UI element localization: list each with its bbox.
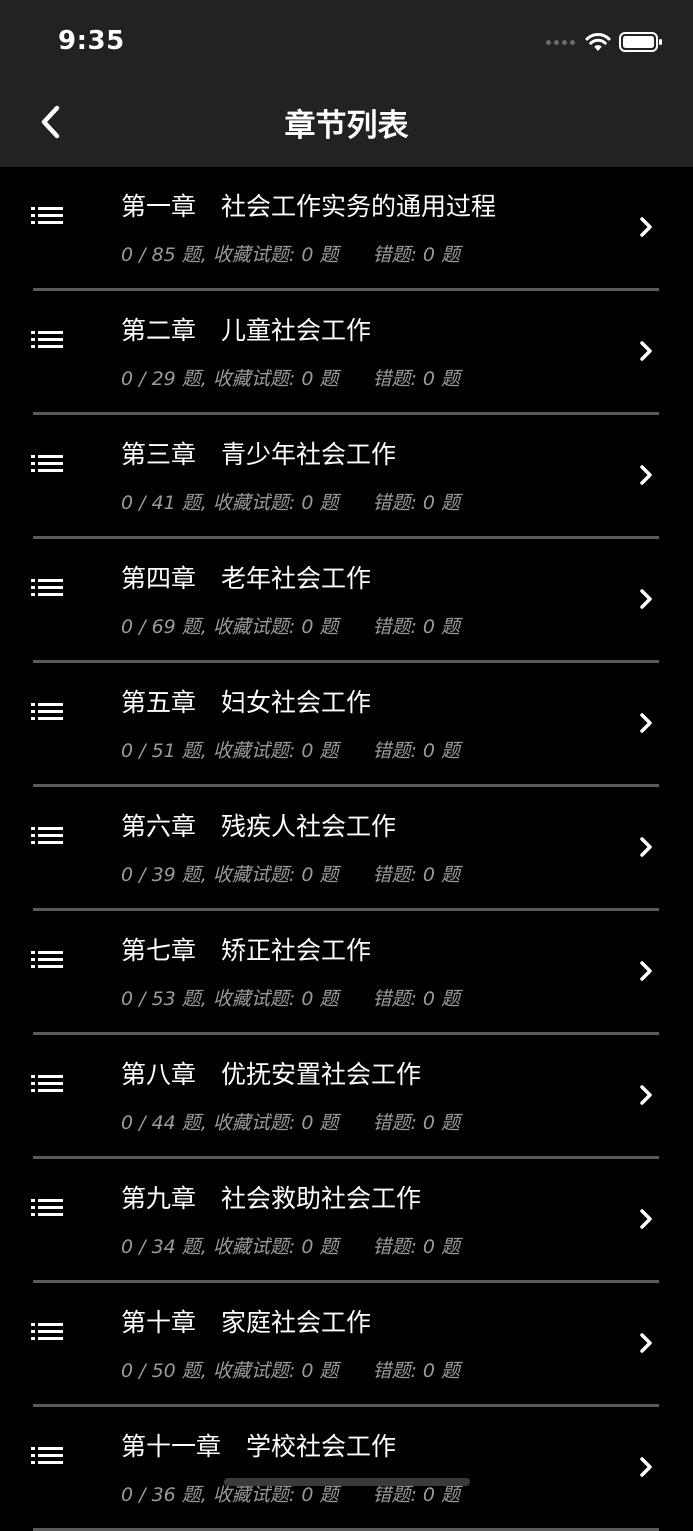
chapter-stats: 0 / 50 题, 收藏试题: 0 题 错题: 0 题	[121, 1356, 460, 1383]
chapter-title: 第六章 残疾人社会工作	[121, 812, 397, 841]
question-count: 0 / 41 题,	[121, 492, 207, 514]
chevron-right-icon	[640, 341, 652, 361]
chapter-title: 第十章 家庭社会工作	[121, 1308, 372, 1337]
favorites-count: 收藏试题: 0 题	[212, 1484, 339, 1506]
chapter-title: 第七章 矫正社会工作	[121, 936, 372, 965]
chapter-title: 第八章 优抚安置社会工作	[121, 1060, 422, 1089]
chapter-row[interactable]: 第十一章 学校社会工作 0 / 36 题, 收藏试题: 0 题 错题: 0 题	[0, 1407, 693, 1531]
chapter-row[interactable]: 第三章 青少年社会工作 0 / 41 题, 收藏试题: 0 题 错题: 0 题	[0, 415, 693, 539]
app-header: 9:35 章节列表	[0, 0, 693, 167]
favorites-count: 收藏试题: 0 题	[212, 368, 339, 390]
chapter-stats: 0 / 34 题, 收藏试题: 0 题 错题: 0 题	[121, 1232, 460, 1259]
list-icon	[31, 951, 63, 968]
wrong-count: 错题: 0 题	[372, 244, 461, 266]
chapter-stats: 0 / 44 题, 收藏试题: 0 题 错题: 0 题	[121, 1108, 460, 1135]
battery-icon	[619, 32, 662, 52]
chapter-row[interactable]: 第四章 老年社会工作 0 / 69 题, 收藏试题: 0 题 错题: 0 题	[0, 539, 693, 663]
question-count: 0 / 44 题,	[121, 1112, 207, 1134]
chapter-title: 第五章 妇女社会工作	[121, 688, 372, 717]
chevron-right-icon	[640, 961, 652, 981]
wrong-count: 错题: 0 题	[372, 1112, 461, 1134]
chapter-title: 第二章 儿童社会工作	[121, 316, 372, 345]
list-icon	[31, 827, 63, 844]
chapter-stats: 0 / 39 题, 收藏试题: 0 题 错题: 0 题	[121, 860, 460, 887]
chapter-title: 第九章 社会救助社会工作	[121, 1184, 422, 1213]
chapter-stats: 0 / 69 题, 收藏试题: 0 题 错题: 0 题	[121, 612, 460, 639]
chevron-right-icon	[640, 837, 652, 857]
favorites-count: 收藏试题: 0 题	[212, 740, 339, 762]
question-count: 0 / 36 题,	[121, 1484, 207, 1506]
list-icon	[31, 1199, 63, 1216]
list-icon	[31, 207, 63, 224]
chapter-row[interactable]: 第二章 儿童社会工作 0 / 29 题, 收藏试题: 0 题 错题: 0 题	[0, 291, 693, 415]
wifi-icon	[585, 32, 611, 51]
signal-icon	[546, 39, 575, 45]
chapter-stats: 0 / 51 题, 收藏试题: 0 题 错题: 0 题	[121, 736, 460, 763]
list-icon	[31, 455, 63, 472]
wrong-count: 错题: 0 题	[372, 616, 461, 638]
chapter-stats: 0 / 53 题, 收藏试题: 0 题 错题: 0 题	[121, 984, 460, 1011]
chapter-stats: 0 / 41 题, 收藏试题: 0 题 错题: 0 题	[121, 488, 460, 515]
chapter-row[interactable]: 第十章 家庭社会工作 0 / 50 题, 收藏试题: 0 题 错题: 0 题	[0, 1283, 693, 1407]
question-count: 0 / 39 题,	[121, 864, 207, 886]
chevron-right-icon	[640, 1085, 652, 1105]
chevron-right-icon	[640, 1209, 652, 1229]
list-icon	[31, 1075, 63, 1092]
favorites-count: 收藏试题: 0 题	[212, 1360, 339, 1382]
chapter-row[interactable]: 第九章 社会救助社会工作 0 / 34 题, 收藏试题: 0 题 错题: 0 题	[0, 1159, 693, 1283]
wrong-count: 错题: 0 题	[372, 740, 461, 762]
chevron-right-icon	[640, 217, 652, 237]
question-count: 0 / 51 题,	[121, 740, 207, 762]
wrong-count: 错题: 0 题	[372, 1360, 461, 1382]
chapter-stats: 0 / 29 题, 收藏试题: 0 题 错题: 0 题	[121, 364, 460, 391]
chevron-right-icon	[640, 1333, 652, 1353]
chapter-row[interactable]: 第八章 优抚安置社会工作 0 / 44 题, 收藏试题: 0 题 错题: 0 题	[0, 1035, 693, 1159]
chapter-row[interactable]: 第六章 残疾人社会工作 0 / 39 题, 收藏试题: 0 题 错题: 0 题	[0, 787, 693, 911]
page-title: 章节列表	[284, 108, 409, 144]
favorites-count: 收藏试题: 0 题	[212, 244, 339, 266]
question-count: 0 / 29 题,	[121, 368, 207, 390]
status-time: 9:35	[58, 26, 125, 56]
list-icon	[31, 579, 63, 596]
chapter-row[interactable]: 第五章 妇女社会工作 0 / 51 题, 收藏试题: 0 题 错题: 0 题	[0, 663, 693, 787]
home-indicator[interactable]	[224, 1478, 470, 1486]
wrong-count: 错题: 0 题	[372, 1484, 461, 1506]
chevron-right-icon	[640, 713, 652, 733]
chapter-title: 第四章 老年社会工作	[121, 564, 372, 593]
wrong-count: 错题: 0 题	[372, 368, 461, 390]
question-count: 0 / 69 题,	[121, 616, 207, 638]
favorites-count: 收藏试题: 0 题	[212, 864, 339, 886]
favorites-count: 收藏试题: 0 题	[212, 988, 339, 1010]
wrong-count: 错题: 0 题	[372, 864, 461, 886]
question-count: 0 / 34 题,	[121, 1236, 207, 1258]
status-indicators	[546, 30, 663, 54]
list-icon	[31, 703, 63, 720]
chapter-row[interactable]: 第七章 矫正社会工作 0 / 53 题, 收藏试题: 0 题 错题: 0 题	[0, 911, 693, 1035]
list-icon	[31, 1323, 63, 1340]
wrong-count: 错题: 0 题	[372, 1236, 461, 1258]
chevron-right-icon	[640, 465, 652, 485]
favorites-count: 收藏试题: 0 题	[212, 616, 339, 638]
question-count: 0 / 50 题,	[121, 1360, 207, 1382]
chapter-title: 第十一章 学校社会工作	[121, 1432, 397, 1461]
chevron-right-icon	[640, 1457, 652, 1477]
chevron-right-icon	[640, 589, 652, 609]
chapter-title: 第三章 青少年社会工作	[121, 440, 397, 469]
chapter-list: 第一章 社会工作实务的通用过程 0 / 85 题, 收藏试题: 0 题错题: 0 …	[0, 167, 693, 1531]
chapter-row[interactable]: 第一章 社会工作实务的通用过程 0 / 85 题, 收藏试题: 0 题 错题: 0 …	[0, 167, 693, 291]
favorites-count: 收藏试题: 0 题	[212, 1112, 339, 1134]
list-icon	[31, 1447, 63, 1464]
favorites-count: 收藏试题: 0 题	[212, 492, 339, 514]
question-count: 0 / 53 题,	[121, 988, 207, 1010]
question-count: 0 / 85 题,	[121, 244, 207, 266]
wrong-count: 错题: 0 题	[372, 988, 461, 1010]
favorites-count: 收藏试题: 0 题	[212, 1236, 339, 1258]
chapter-stats: 0 / 85 题, 收藏试题: 0 题 错题: 0 题	[121, 240, 460, 267]
wrong-count: 错题: 0 题	[372, 492, 461, 514]
chapter-title: 第一章 社会工作实务的通用过程	[121, 192, 497, 221]
list-icon	[31, 331, 63, 348]
